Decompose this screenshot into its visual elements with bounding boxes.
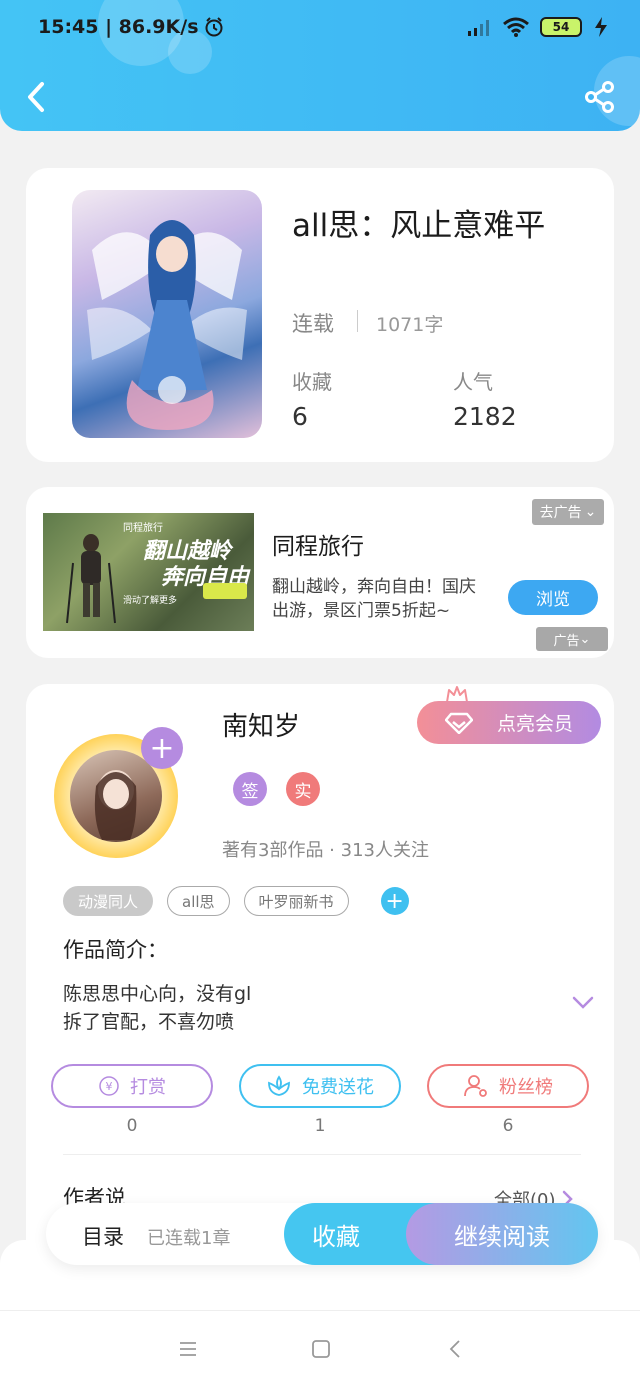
remove-ad-label: 去广告 bbox=[539, 505, 582, 521]
serial-status: 连载 bbox=[292, 312, 334, 336]
wifi-icon bbox=[503, 17, 529, 37]
ad-tag-label: 广告 bbox=[553, 633, 580, 649]
toc-button[interactable]: 目录 bbox=[82, 1221, 124, 1251]
fan-ranking-button[interactable]: 粉丝榜 bbox=[427, 1064, 589, 1108]
charging-icon bbox=[595, 17, 607, 37]
author-name: 南知岁 bbox=[222, 712, 301, 742]
intro-label: 作品简介： bbox=[63, 938, 168, 962]
vip-label: 点亮会员 bbox=[496, 713, 573, 735]
favorites-value: 6 bbox=[292, 402, 308, 431]
fan-count: 6 bbox=[502, 1116, 514, 1136]
popularity-label: 人气 bbox=[453, 370, 493, 394]
signed-badge: 签 bbox=[233, 772, 267, 806]
yen-coin-icon: ¥ bbox=[99, 1076, 119, 1096]
ad-image-sub: 滑动了解更多 bbox=[123, 596, 178, 606]
fan-ranking-label: 粉丝榜 bbox=[499, 1077, 553, 1098]
tag-item[interactable]: 叶罗丽新书 bbox=[243, 886, 349, 916]
svg-text:¥: ¥ bbox=[106, 1080, 113, 1093]
diamond-icon bbox=[445, 712, 473, 734]
word-count: 1071字 bbox=[376, 314, 444, 336]
back-nav-icon[interactable] bbox=[446, 1339, 466, 1359]
ad-title: 同程旅行 bbox=[272, 534, 364, 560]
verified-badge: 实 bbox=[286, 772, 320, 806]
status-bar-left: 15:45 | 86.9K/s bbox=[38, 16, 225, 38]
status-time: 15:45 | 86.9K/s bbox=[38, 16, 199, 38]
header-bar: 15:45 | 86.9K/s 54 bbox=[0, 0, 640, 131]
expand-chevron-icon[interactable] bbox=[572, 996, 594, 1010]
remove-ad-button[interactable]: 去广告 ⌄ bbox=[532, 499, 604, 525]
back-button[interactable] bbox=[22, 80, 50, 114]
vip-button[interactable]: 点亮会员 bbox=[417, 701, 601, 744]
divider bbox=[357, 310, 358, 332]
signal-icon bbox=[468, 20, 489, 36]
share-button[interactable] bbox=[584, 80, 616, 114]
intro-line: 陈思思中心向，没有gl bbox=[63, 983, 252, 1005]
ad-image-badge bbox=[203, 583, 247, 599]
continue-reading-button[interactable]: 继续阅读 bbox=[406, 1203, 598, 1265]
ad-tag[interactable]: 广告 ⌄ bbox=[536, 627, 608, 651]
chapter-count: 已连载1章 bbox=[147, 1228, 231, 1249]
tip-count: 0 bbox=[126, 1116, 138, 1136]
send-flower-label: 免费送花 bbox=[302, 1077, 374, 1098]
browse-button[interactable]: 浏览 bbox=[508, 580, 598, 615]
author-meta: 著有3部作品 · 313人关注 bbox=[222, 840, 429, 861]
ad-description: 翻山越岭，奔向自由！国庆出游，景区门票5折起~ bbox=[272, 577, 476, 621]
intro-text: 陈思思中心向，没有gl 拆了官配，不喜勿喷 bbox=[63, 980, 251, 1036]
ad-image-brand: 同程旅行 bbox=[123, 523, 163, 534]
tip-label: 打赏 bbox=[130, 1077, 166, 1098]
share-icon bbox=[585, 81, 614, 113]
intro-line: 拆了官配，不喜勿喷 bbox=[63, 1011, 235, 1033]
follow-plus-button[interactable]: + bbox=[141, 727, 183, 769]
chevron-down-icon: ⌄ bbox=[579, 631, 591, 647]
battery-indicator: 54 bbox=[540, 17, 582, 37]
tag-item[interactable]: 动漫同人 bbox=[63, 886, 154, 916]
menu-icon[interactable] bbox=[178, 1339, 198, 1359]
home-icon[interactable] bbox=[311, 1339, 331, 1359]
alarm-icon bbox=[205, 17, 222, 37]
ad-card[interactable]: 同程旅行 翻山越岭 奔向自由 滑动了解更多 同程旅行 翻山越岭，奔向自由！国庆出… bbox=[26, 487, 614, 658]
system-nav-bar bbox=[0, 1310, 640, 1387]
chevron-down-icon: ⌄ bbox=[584, 504, 597, 520]
chevron-left-icon bbox=[28, 82, 44, 112]
user-icon bbox=[464, 1075, 487, 1097]
book-title: all思：风止意难平 bbox=[292, 208, 546, 244]
popularity-value: 2182 bbox=[453, 402, 517, 431]
tag-item[interactable]: all思 bbox=[167, 886, 230, 916]
book-info-card: all思：风止意难平 连载 1071字 收藏 6 人气 2182 bbox=[26, 168, 614, 462]
ad-image[interactable]: 同程旅行 翻山越岭 奔向自由 滑动了解更多 bbox=[43, 513, 254, 631]
tag-list: 动漫同人 all思 叶罗丽新书 + bbox=[63, 886, 409, 916]
divider bbox=[63, 1154, 581, 1155]
cover-illustration bbox=[87, 220, 247, 430]
flower-icon bbox=[268, 1075, 290, 1096]
flower-count: 1 bbox=[314, 1116, 326, 1136]
favorites-label: 收藏 bbox=[292, 370, 332, 394]
status-bar-right: 54 bbox=[466, 16, 610, 38]
bottom-action-bar: 目录 已连载1章 收藏 继续阅读 bbox=[46, 1203, 598, 1265]
hiker-figure bbox=[66, 534, 116, 624]
send-flower-button[interactable]: 免费送花 bbox=[239, 1064, 401, 1108]
add-tag-button[interactable]: + bbox=[380, 887, 409, 915]
book-cover-image[interactable] bbox=[72, 190, 262, 438]
tip-button[interactable]: ¥ 打赏 bbox=[51, 1064, 213, 1108]
